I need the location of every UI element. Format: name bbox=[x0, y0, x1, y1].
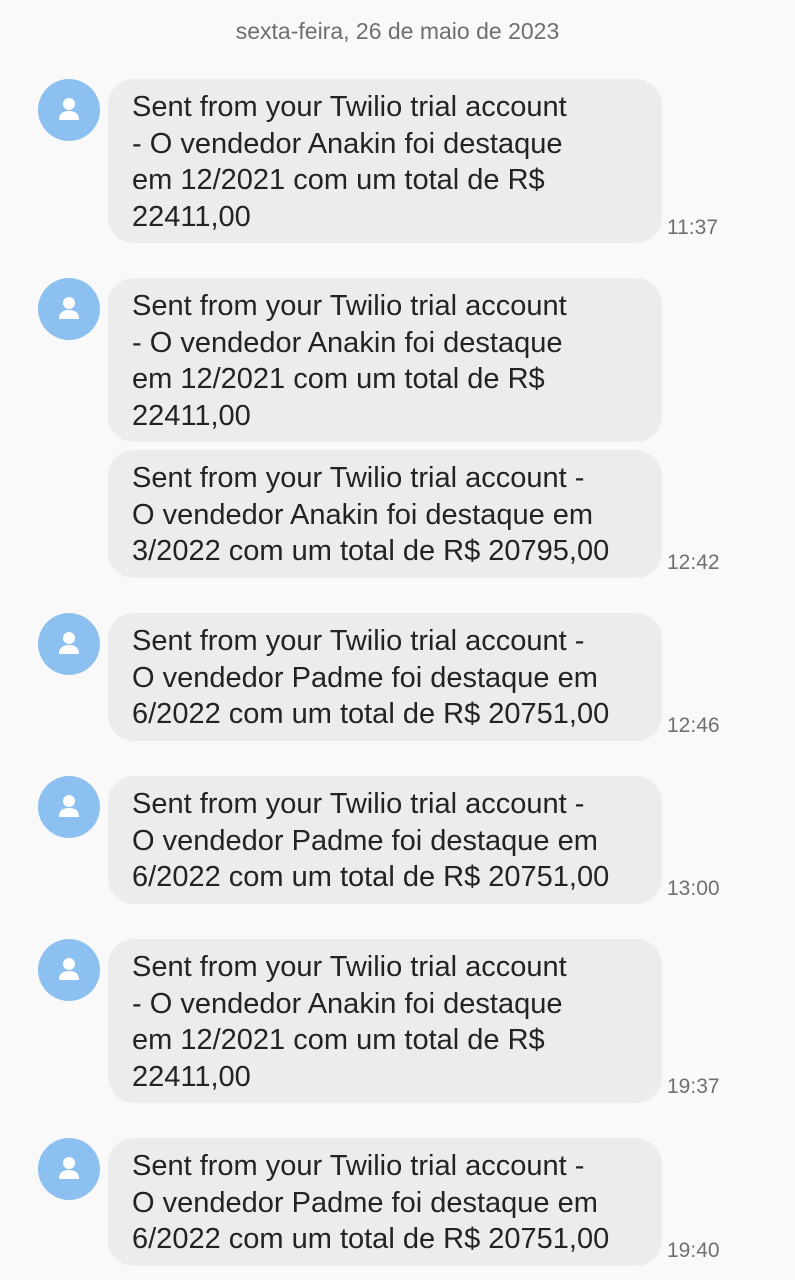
message-time: 19:40 bbox=[667, 1239, 720, 1262]
avatar[interactable] bbox=[38, 776, 100, 838]
avatar[interactable] bbox=[38, 278, 100, 340]
date-header: sexta-feira, 26 de maio de 2023 bbox=[235, 18, 560, 44]
message-time: 11:37 bbox=[667, 216, 718, 239]
avatar[interactable] bbox=[38, 939, 100, 1001]
message-time: 13:00 bbox=[667, 877, 720, 900]
message-bubble[interactable]: Sent from your Twilio trial account - O … bbox=[108, 79, 662, 243]
avatar[interactable] bbox=[38, 79, 100, 141]
message-time: 19:37 bbox=[667, 1075, 720, 1098]
person-icon bbox=[59, 297, 79, 319]
message-bubble[interactable]: Sent from your Twilio trial account - O … bbox=[108, 776, 662, 904]
avatar[interactable] bbox=[38, 613, 100, 675]
message-bubble[interactable]: Sent from your Twilio trial account - O … bbox=[108, 278, 662, 442]
avatar[interactable] bbox=[38, 1138, 100, 1200]
person-icon bbox=[59, 958, 79, 980]
person-icon bbox=[59, 1157, 79, 1179]
message-bubble[interactable]: Sent from your Twilio trial account - O … bbox=[108, 1138, 662, 1266]
message-bubble[interactable]: Sent from your Twilio trial account - O … bbox=[108, 450, 662, 578]
message-bubble[interactable]: Sent from your Twilio trial account - O … bbox=[108, 939, 662, 1103]
message-time: 12:46 bbox=[667, 714, 720, 737]
person-icon bbox=[59, 98, 79, 120]
person-icon bbox=[59, 632, 79, 654]
message-bubble[interactable]: Sent from your Twilio trial account - O … bbox=[108, 613, 662, 741]
person-icon bbox=[59, 795, 79, 817]
message-time: 12:42 bbox=[667, 551, 720, 574]
